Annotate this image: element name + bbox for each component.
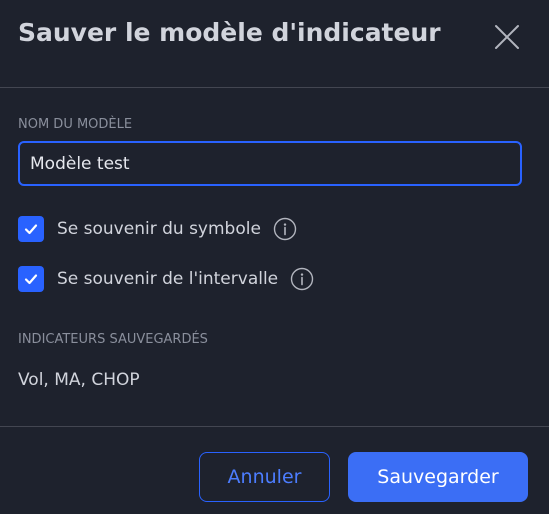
remember-symbol-label: Se souvenir du symbole [57,219,261,239]
close-icon [495,25,519,49]
checkmark-icon [24,274,38,285]
header-divider [0,87,549,88]
remember-interval-checkbox[interactable] [18,266,44,292]
cancel-button[interactable]: Annuler [199,452,330,502]
saved-indicators-label: INDICATEURS SAUVEGARDÉS [18,332,208,347]
close-button[interactable] [490,20,524,54]
footer-divider [0,426,549,427]
template-name-label: NOM DU MODÈLE [18,117,133,132]
remember-interval-option[interactable]: Se souvenir de l'intervalle [18,266,314,292]
checkmark-icon [24,224,38,235]
dialog-title: Sauver le modèle d'indicateur [18,18,441,47]
remember-symbol-checkbox[interactable] [18,216,44,242]
info-icon[interactable] [290,267,314,291]
template-name-input[interactable] [18,141,522,186]
remember-interval-label: Se souvenir de l'intervalle [57,269,279,289]
save-button[interactable]: Sauvegarder [348,452,528,502]
remember-symbol-option[interactable]: Se souvenir du symbole [18,216,297,242]
saved-indicators-value: Vol, MA, CHOP [18,370,140,390]
info-icon[interactable] [273,217,297,241]
save-indicator-template-dialog: Sauver le modèle d'indicateur NOM DU MOD… [0,0,549,514]
